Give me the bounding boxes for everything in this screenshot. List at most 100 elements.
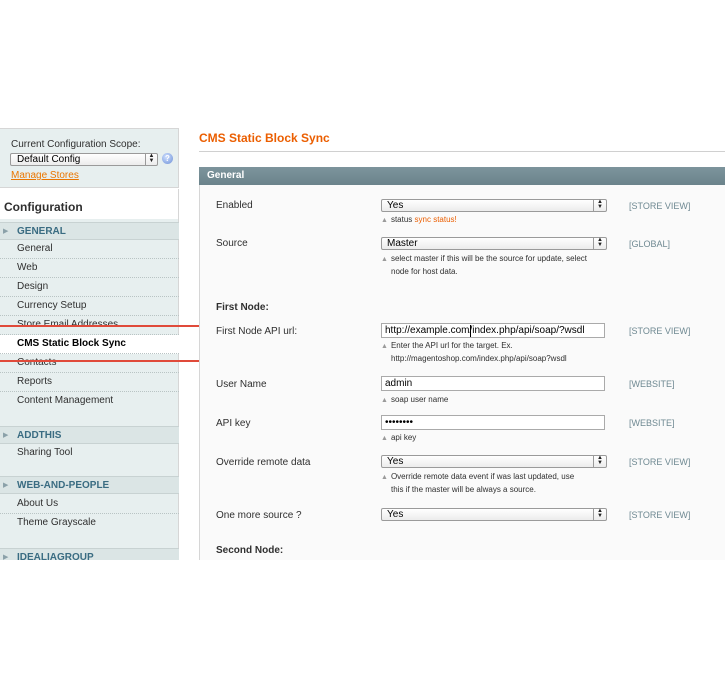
help-icon[interactable]: ? — [162, 153, 173, 164]
sidebar-item-reports[interactable]: Reports — [0, 373, 179, 392]
triangle-right-icon: ▶ — [3, 482, 9, 489]
nav-section-label: IDEALIAGROUP — [17, 552, 94, 560]
nav-section-idealiagroup[interactable]: ▶ IDEALIAGROUP — [0, 548, 179, 560]
sidebar-item-label: Sharing Tool — [17, 447, 73, 458]
section-header-general[interactable]: General — [199, 167, 725, 185]
triangle-up-icon: ▲ — [381, 435, 388, 442]
override-label: Override remote data — [216, 457, 311, 468]
admin-page: Current Configuration Scope: Default Con… — [0, 0, 725, 680]
more-source-label: One more source ? — [216, 510, 302, 521]
sidebar-item-about-us[interactable]: About Us — [0, 495, 179, 514]
sidebar-item-theme-grayscale[interactable]: Theme Grayscale — [0, 514, 179, 533]
source-select-value: Master — [387, 238, 418, 249]
config-title: Configuration — [4, 200, 83, 214]
nav-section-label: ADDTHIS — [17, 430, 62, 441]
sidebar-item-label: About Us — [17, 498, 59, 509]
triangle-up-icon: ▲ — [381, 397, 388, 404]
api-key-label: API key — [216, 418, 251, 429]
override-note: ▲ Override remote data event if was last … — [381, 471, 613, 496]
sidebar-item-label: Design — [17, 281, 49, 292]
manage-stores-link[interactable]: Manage Stores — [11, 170, 79, 181]
enabled-select-value: Yes — [387, 200, 404, 211]
sidebar-item-label: Currency Setup — [17, 300, 87, 311]
section-title: General — [207, 170, 245, 181]
source-select[interactable]: Master ▲ ▼ — [381, 237, 607, 250]
enabled-note: ▲ status sync status! — [381, 214, 613, 227]
api-url-label: First Node API url: — [216, 326, 298, 337]
config-nav: ▶ GENERAL General Web Design Currency Se… — [0, 219, 179, 560]
text-cursor — [470, 325, 471, 337]
triangle-right-icon: ▶ — [3, 228, 9, 235]
updown-arrows-icon: ▲ ▼ — [593, 455, 606, 467]
source-label: Source — [216, 238, 248, 249]
sidebar-item-label: Web — [17, 262, 38, 273]
more-source-scope: [STORE VIEW] — [629, 510, 691, 520]
nav-section-web-and-people[interactable]: ▶ WEB-AND-PEOPLE — [0, 476, 179, 494]
scope-select[interactable]: Default Config ▲ ▼ — [10, 153, 158, 166]
user-name-label: User Name — [216, 379, 267, 390]
sidebar-item-content-management[interactable]: Content Management — [0, 392, 179, 411]
source-scope: [GLOBAL] — [629, 239, 671, 249]
triangle-right-icon: ▶ — [3, 554, 9, 560]
more-source-select[interactable]: Yes ▲ ▼ — [381, 508, 607, 521]
user-name-scope: [WEBSITE] — [629, 379, 675, 389]
triangle-up-icon: ▲ — [381, 474, 388, 481]
scope-label: Current Configuration Scope: — [11, 139, 141, 150]
user-name-input[interactable]: admin — [381, 376, 605, 391]
note-text: http://magentoshop.com/index.php/api/soa… — [391, 354, 567, 363]
note-text: api key — [390, 433, 417, 442]
override-select-value: Yes — [387, 456, 404, 467]
updown-arrows-icon: ▲ ▼ — [145, 153, 157, 165]
triangle-up-icon: ▲ — [381, 256, 388, 263]
sync-status-warning: sync status! — [414, 215, 457, 224]
source-note: ▲ select master if this will be the sourc… — [381, 253, 613, 278]
sidebar-item-label: Content Management — [17, 395, 114, 406]
nav-section-label: GENERAL — [17, 226, 66, 237]
user-name-note: ▲ soap user name — [381, 394, 613, 407]
api-url-input[interactable]: http://example.com/index.php/api/soap/?w… — [381, 323, 605, 338]
note-text: status — [390, 215, 413, 224]
sidebar-item-label: General — [17, 243, 53, 254]
page-title: CMS Static Block Sync — [199, 131, 330, 145]
scope-switcher: Current Configuration Scope: Default Con… — [0, 128, 179, 188]
triangle-up-icon: ▲ — [381, 217, 388, 224]
sidebar-item-label: Theme Grayscale — [17, 517, 96, 528]
api-url-value: http://example.com/index.php/api/soap/?w… — [385, 325, 585, 336]
user-name-value: admin — [385, 378, 413, 389]
updown-arrows-icon: ▲ ▼ — [593, 199, 606, 211]
sidebar-item-general[interactable]: General — [0, 240, 179, 259]
triangle-right-icon: ▶ — [3, 432, 9, 439]
api-url-note: ▲ Enter the API url for the target. Ex. h… — [381, 340, 613, 365]
enabled-select[interactable]: Yes ▲ ▼ — [381, 199, 607, 212]
note-text: Enter the API url for the target. Ex. — [390, 341, 513, 350]
second-node-heading: Second Node: — [216, 545, 284, 556]
api-key-scope: [WEBSITE] — [629, 418, 675, 428]
sidebar-item-web[interactable]: Web — [0, 259, 179, 278]
nav-section-addthis[interactable]: ▶ ADDTHIS — [0, 426, 179, 444]
updown-arrows-icon: ▲ ▼ — [593, 508, 606, 520]
triangle-up-icon: ▲ — [381, 343, 388, 350]
updown-arrows-icon: ▲ ▼ — [593, 237, 606, 249]
override-select[interactable]: Yes ▲ ▼ — [381, 455, 607, 468]
note-text: soap user name — [390, 395, 449, 404]
config-heading: Configuration — [0, 189, 179, 219]
enabled-scope: [STORE VIEW] — [629, 201, 691, 211]
note-text: select master if this will be the source… — [390, 254, 588, 263]
api-url-scope: [STORE VIEW] — [629, 326, 691, 336]
scope-select-value: Default Config — [17, 154, 81, 165]
nav-section-label: WEB-AND-PEOPLE — [17, 480, 110, 491]
api-key-note: ▲ api key — [381, 432, 613, 445]
nav-section-general[interactable]: ▶ GENERAL — [0, 222, 179, 240]
sidebar-item-sharing-tool[interactable]: Sharing Tool — [0, 444, 179, 463]
api-key-input[interactable]: •••••••• — [381, 415, 605, 430]
api-key-value: •••••••• — [385, 417, 414, 428]
note-text: Override remote data event if was last u… — [390, 472, 575, 481]
more-source-select-value: Yes — [387, 509, 404, 520]
override-scope: [STORE VIEW] — [629, 457, 691, 467]
note-text: this if the master will be always a sour… — [391, 485, 536, 494]
sidebar-item-currency-setup[interactable]: Currency Setup — [0, 297, 179, 316]
sidebar-item-design[interactable]: Design — [0, 278, 179, 297]
sidebar-item-label: Reports — [17, 376, 53, 387]
title-divider — [199, 151, 725, 152]
first-node-heading: First Node: — [216, 302, 269, 313]
